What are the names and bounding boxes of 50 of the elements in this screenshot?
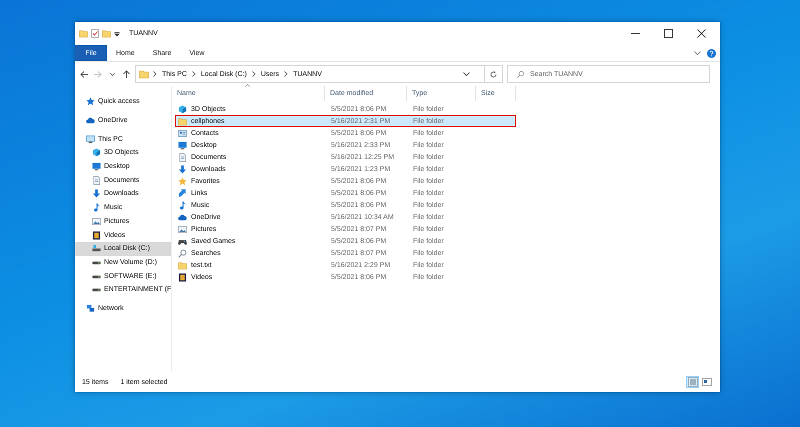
down-arrow-icon	[92, 189, 101, 198]
folder-icon	[139, 69, 149, 79]
monitor-icon	[92, 162, 101, 172]
star-icon	[178, 176, 187, 186]
thumbnail-view-button[interactable]	[700, 376, 713, 388]
music-note-icon	[92, 203, 101, 212]
link-arrow-icon	[178, 188, 187, 198]
document-icon	[178, 152, 187, 162]
cloud-icon	[178, 212, 187, 222]
disk-drive-icon	[92, 244, 101, 254]
document-icon	[92, 176, 101, 185]
contact-card-icon	[178, 128, 187, 138]
picture-icon	[92, 216, 101, 226]
folder-icon	[102, 29, 111, 38]
cloud-icon	[86, 116, 95, 126]
thumbnail-view-icon	[702, 377, 712, 387]
dropdown-arrow-icon[interactable]	[114, 30, 120, 36]
help-icon[interactable]	[707, 48, 716, 58]
left-arrow-icon	[80, 70, 88, 78]
cube-icon	[92, 148, 101, 158]
sort-caret-icon	[245, 84, 250, 87]
chevron-down-icon[interactable]	[694, 50, 701, 56]
star-icon	[86, 97, 95, 106]
chevron-right-icon	[153, 71, 157, 77]
film-icon	[178, 272, 187, 282]
computer-icon	[86, 134, 95, 144]
chevron-right-icon	[252, 71, 256, 77]
folder-icon	[178, 260, 187, 270]
film-icon	[92, 230, 101, 240]
up-arrow-icon	[122, 70, 130, 78]
caret-icon	[110, 72, 114, 76]
details-view-icon	[688, 377, 698, 387]
music-note-icon	[178, 200, 187, 210]
chevron-down-icon[interactable]	[463, 72, 470, 76]
refresh-icon	[490, 70, 497, 78]
down-arrow-icon	[178, 164, 187, 174]
magnifier-icon	[178, 248, 187, 258]
maximize-icon	[664, 29, 672, 38]
properties-icon[interactable]	[91, 29, 99, 38]
chevron-right-icon	[284, 71, 288, 77]
right-arrow-icon	[94, 70, 102, 78]
folder-icon	[178, 116, 187, 126]
monitor-icon	[178, 140, 187, 150]
details-view-button[interactable]	[686, 376, 699, 388]
cube-icon	[178, 104, 187, 114]
close-icon	[696, 29, 706, 38]
network-icon	[86, 304, 95, 313]
picture-icon	[178, 224, 187, 234]
folder-icon	[79, 29, 88, 38]
chevron-right-icon	[192, 71, 196, 77]
